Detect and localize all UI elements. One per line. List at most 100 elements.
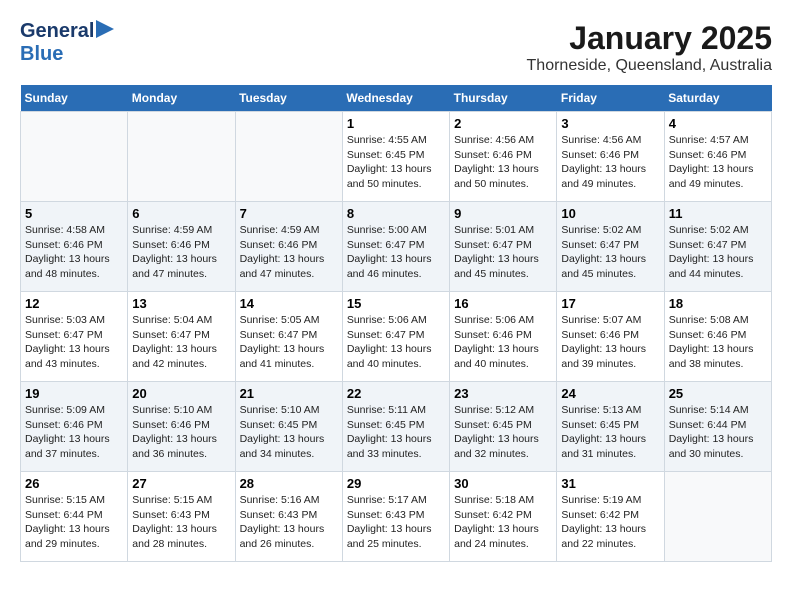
week-row-1: 1 Sunrise: 4:55 AM Sunset: 6:45 PM Daylig…	[21, 112, 772, 202]
day-number: 16	[454, 296, 552, 311]
logo: General Blue	[20, 20, 114, 66]
calendar-cell: 1 Sunrise: 4:55 AM Sunset: 6:45 PM Daylig…	[342, 112, 449, 202]
day-info: Sunrise: 5:00 AM Sunset: 6:47 PM Dayligh…	[347, 224, 432, 280]
calendar-cell: 30Sunrise: 5:18 AM Sunset: 6:42 PM Dayli…	[450, 472, 557, 562]
day-info: Sunrise: 5:07 AM Sunset: 6:46 PM Dayligh…	[561, 314, 646, 370]
calendar-cell: 5Sunrise: 4:58 AM Sunset: 6:46 PM Daylig…	[21, 202, 128, 292]
calendar-cell	[664, 472, 771, 562]
calendar-subtitle: Thorneside, Queensland, Australia	[527, 57, 772, 75]
day-info: Sunrise: 4:56 AM Sunset: 6:46 PM Dayligh…	[561, 134, 646, 190]
day-number: 13	[132, 296, 230, 311]
calendar-cell: 17Sunrise: 5:07 AM Sunset: 6:46 PM Dayli…	[557, 292, 664, 382]
day-info: Sunrise: 5:06 AM Sunset: 6:46 PM Dayligh…	[454, 314, 539, 370]
logo-general-text: General	[20, 20, 94, 43]
day-number: 29	[347, 476, 445, 491]
calendar-cell: 6Sunrise: 4:59 AM Sunset: 6:46 PM Daylig…	[128, 202, 235, 292]
day-number: 5	[25, 206, 123, 221]
calendar-cell: 28 Sunrise: 5:16 AM Sunset: 6:43 PM Dayli…	[235, 472, 342, 562]
calendar-table: SundayMondayTuesdayWednesdayThursdayFrid…	[20, 85, 772, 562]
day-number: 8	[347, 206, 445, 221]
day-info: Sunrise: 5:19 AM Sunset: 6:42 PM Dayligh…	[561, 494, 646, 550]
day-info: Sunrise: 5:15 AM Sunset: 6:43 PM Dayligh…	[132, 494, 217, 550]
day-number: 20	[132, 386, 230, 401]
day-info: Sunrise: 5:14 AM Sunset: 6:44 PM Dayligh…	[669, 404, 754, 460]
day-number: 22	[347, 386, 445, 401]
calendar-cell: 23Sunrise: 5:12 AM Sunset: 6:45 PM Dayli…	[450, 382, 557, 472]
day-number: 2	[454, 116, 552, 131]
calendar-cell: 31 Sunrise: 5:19 AM Sunset: 6:42 PM Dayli…	[557, 472, 664, 562]
calendar-cell: 11 Sunrise: 5:02 AM Sunset: 6:47 PM Dayli…	[664, 202, 771, 292]
days-header-row: SundayMondayTuesdayWednesdayThursdayFrid…	[21, 85, 772, 112]
calendar-cell: 20 Sunrise: 5:10 AM Sunset: 6:46 PM Dayli…	[128, 382, 235, 472]
day-number: 7	[240, 206, 338, 221]
day-number: 9	[454, 206, 552, 221]
calendar-cell	[128, 112, 235, 202]
day-info: Sunrise: 5:11 AM Sunset: 6:45 PM Dayligh…	[347, 404, 432, 460]
day-number: 24	[561, 386, 659, 401]
calendar-cell: 16 Sunrise: 5:06 AM Sunset: 6:46 PM Dayli…	[450, 292, 557, 382]
calendar-cell: 14Sunrise: 5:05 AM Sunset: 6:47 PM Dayli…	[235, 292, 342, 382]
day-number: 28	[240, 476, 338, 491]
calendar-cell: 12 Sunrise: 5:03 AM Sunset: 6:47 PM Dayli…	[21, 292, 128, 382]
day-number: 4	[669, 116, 767, 131]
day-number: 12	[25, 296, 123, 311]
day-info: Sunrise: 5:03 AM Sunset: 6:47 PM Dayligh…	[25, 314, 110, 370]
calendar-cell: 7Sunrise: 4:59 AM Sunset: 6:46 PM Daylig…	[235, 202, 342, 292]
day-header-thursday: Thursday	[450, 85, 557, 112]
calendar-cell: 19 Sunrise: 5:09 AM Sunset: 6:46 PM Dayli…	[21, 382, 128, 472]
calendar-title: January 2025	[527, 20, 772, 57]
calendar-cell: 27 Sunrise: 5:15 AM Sunset: 6:43 PM Dayli…	[128, 472, 235, 562]
day-info: Sunrise: 5:02 AM Sunset: 6:47 PM Dayligh…	[669, 224, 754, 280]
calendar-cell: 15 Sunrise: 5:06 AM Sunset: 6:47 PM Dayli…	[342, 292, 449, 382]
day-number: 18	[669, 296, 767, 311]
calendar-cell: 13Sunrise: 5:04 AM Sunset: 6:47 PM Dayli…	[128, 292, 235, 382]
week-row-4: 19 Sunrise: 5:09 AM Sunset: 6:46 PM Dayli…	[21, 382, 772, 472]
day-number: 10	[561, 206, 659, 221]
day-info: Sunrise: 5:06 AM Sunset: 6:47 PM Dayligh…	[347, 314, 432, 370]
day-info: Sunrise: 5:05 AM Sunset: 6:47 PM Dayligh…	[240, 314, 325, 370]
day-info: Sunrise: 5:15 AM Sunset: 6:44 PM Dayligh…	[25, 494, 110, 550]
calendar-cell: 21Sunrise: 5:10 AM Sunset: 6:45 PM Dayli…	[235, 382, 342, 472]
day-info: Sunrise: 5:09 AM Sunset: 6:46 PM Dayligh…	[25, 404, 110, 460]
day-number: 25	[669, 386, 767, 401]
day-number: 31	[561, 476, 659, 491]
page-header: General Blue January 2025 Thorneside, Qu…	[20, 20, 772, 75]
week-row-2: 5Sunrise: 4:58 AM Sunset: 6:46 PM Daylig…	[21, 202, 772, 292]
logo-blue-text: Blue	[20, 43, 63, 65]
day-info: Sunrise: 5:13 AM Sunset: 6:45 PM Dayligh…	[561, 404, 646, 460]
calendar-cell: 29 Sunrise: 5:17 AM Sunset: 6:43 PM Dayli…	[342, 472, 449, 562]
day-info: Sunrise: 5:01 AM Sunset: 6:47 PM Dayligh…	[454, 224, 539, 280]
logo-flag-icon	[96, 20, 114, 38]
day-info: Sunrise: 5:16 AM Sunset: 6:43 PM Dayligh…	[240, 494, 325, 550]
day-number: 27	[132, 476, 230, 491]
day-number: 21	[240, 386, 338, 401]
calendar-cell: 9 Sunrise: 5:01 AM Sunset: 6:47 PM Daylig…	[450, 202, 557, 292]
day-info: Sunrise: 5:02 AM Sunset: 6:47 PM Dayligh…	[561, 224, 646, 280]
day-info: Sunrise: 5:17 AM Sunset: 6:43 PM Dayligh…	[347, 494, 432, 550]
calendar-cell: 10 Sunrise: 5:02 AM Sunset: 6:47 PM Dayli…	[557, 202, 664, 292]
calendar-cell: 25 Sunrise: 5:14 AM Sunset: 6:44 PM Dayli…	[664, 382, 771, 472]
day-number: 15	[347, 296, 445, 311]
calendar-cell: 4 Sunrise: 4:57 AM Sunset: 6:46 PM Daylig…	[664, 112, 771, 202]
calendar-cell: 2 Sunrise: 4:56 AM Sunset: 6:46 PM Daylig…	[450, 112, 557, 202]
week-row-3: 12 Sunrise: 5:03 AM Sunset: 6:47 PM Dayli…	[21, 292, 772, 382]
day-number: 26	[25, 476, 123, 491]
day-header-monday: Monday	[128, 85, 235, 112]
day-info: Sunrise: 5:08 AM Sunset: 6:46 PM Dayligh…	[669, 314, 754, 370]
week-row-5: 26 Sunrise: 5:15 AM Sunset: 6:44 PM Dayli…	[21, 472, 772, 562]
calendar-cell: 22 Sunrise: 5:11 AM Sunset: 6:45 PM Dayli…	[342, 382, 449, 472]
day-info: Sunrise: 4:55 AM Sunset: 6:45 PM Dayligh…	[347, 134, 432, 190]
day-info: Sunrise: 5:10 AM Sunset: 6:46 PM Dayligh…	[132, 404, 217, 460]
day-info: Sunrise: 5:12 AM Sunset: 6:45 PM Dayligh…	[454, 404, 539, 460]
day-header-saturday: Saturday	[664, 85, 771, 112]
day-number: 19	[25, 386, 123, 401]
calendar-cell: 24 Sunrise: 5:13 AM Sunset: 6:45 PM Dayli…	[557, 382, 664, 472]
calendar-cell: 3Sunrise: 4:56 AM Sunset: 6:46 PM Daylig…	[557, 112, 664, 202]
calendar-cell: 8 Sunrise: 5:00 AM Sunset: 6:47 PM Daylig…	[342, 202, 449, 292]
calendar-cell	[21, 112, 128, 202]
day-number: 1	[347, 116, 445, 131]
day-number: 11	[669, 206, 767, 221]
day-info: Sunrise: 4:57 AM Sunset: 6:46 PM Dayligh…	[669, 134, 754, 190]
day-info: Sunrise: 4:56 AM Sunset: 6:46 PM Dayligh…	[454, 134, 539, 190]
day-info: Sunrise: 5:18 AM Sunset: 6:42 PM Dayligh…	[454, 494, 539, 550]
